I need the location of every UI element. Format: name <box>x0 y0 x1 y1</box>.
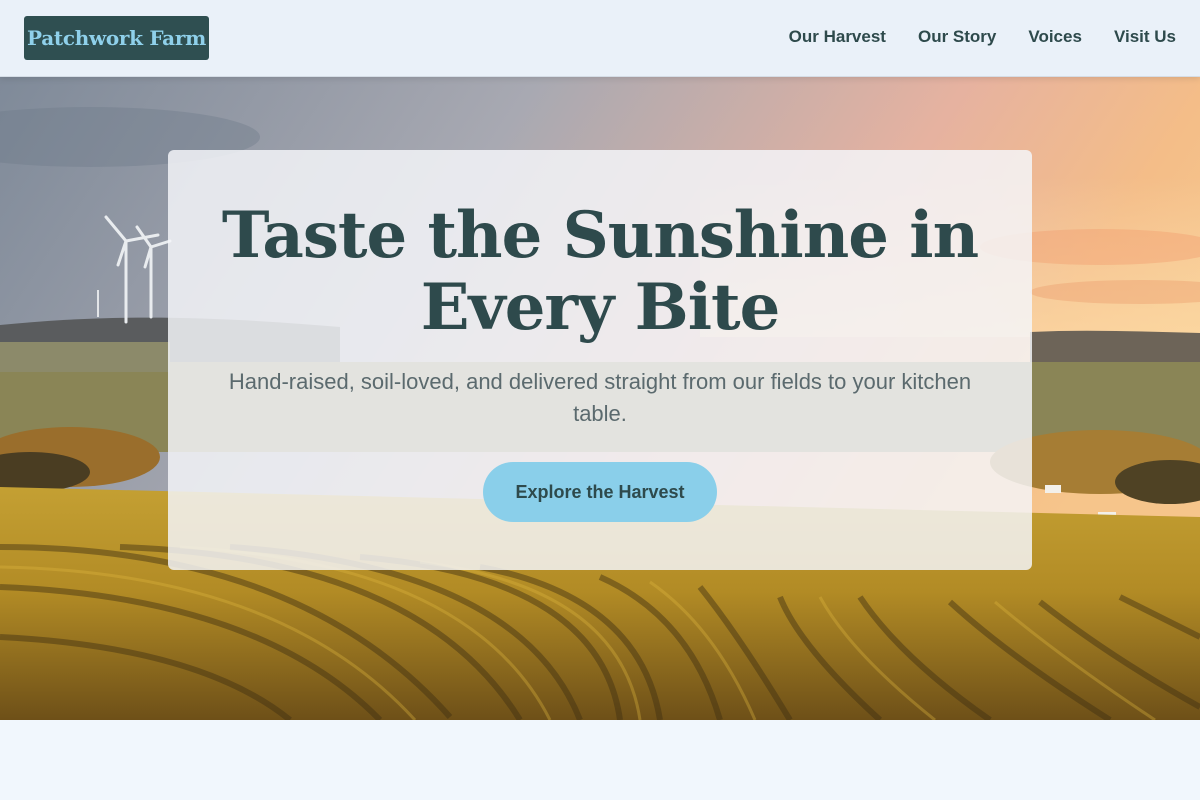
site-logo[interactable]: Patchwork Farm <box>24 16 209 60</box>
hero-title: Taste the Sunshine in Every Bite <box>221 198 979 345</box>
explore-harvest-button[interactable]: Explore the Harvest <box>483 462 717 522</box>
nav-link-voices[interactable]: Voices <box>1028 27 1082 47</box>
below-fold-section <box>0 720 1200 800</box>
site-header: Patchwork Farm Our Harvest Our Story Voi… <box>0 0 1200 77</box>
nav-link-our-story[interactable]: Our Story <box>918 27 996 47</box>
nav-link-our-harvest[interactable]: Our Harvest <box>789 27 886 47</box>
hero-card: Taste the Sunshine in Every Bite Hand-ra… <box>168 150 1032 570</box>
main-nav: Our Harvest Our Story Voices Visit Us <box>789 27 1176 47</box>
nav-link-visit-us[interactable]: Visit Us <box>1114 27 1176 47</box>
hero-section: Taste the Sunshine in Every Bite Hand-ra… <box>0 77 1200 720</box>
hero-subtitle: Hand-raised, soil-loved, and delivered s… <box>228 369 972 426</box>
